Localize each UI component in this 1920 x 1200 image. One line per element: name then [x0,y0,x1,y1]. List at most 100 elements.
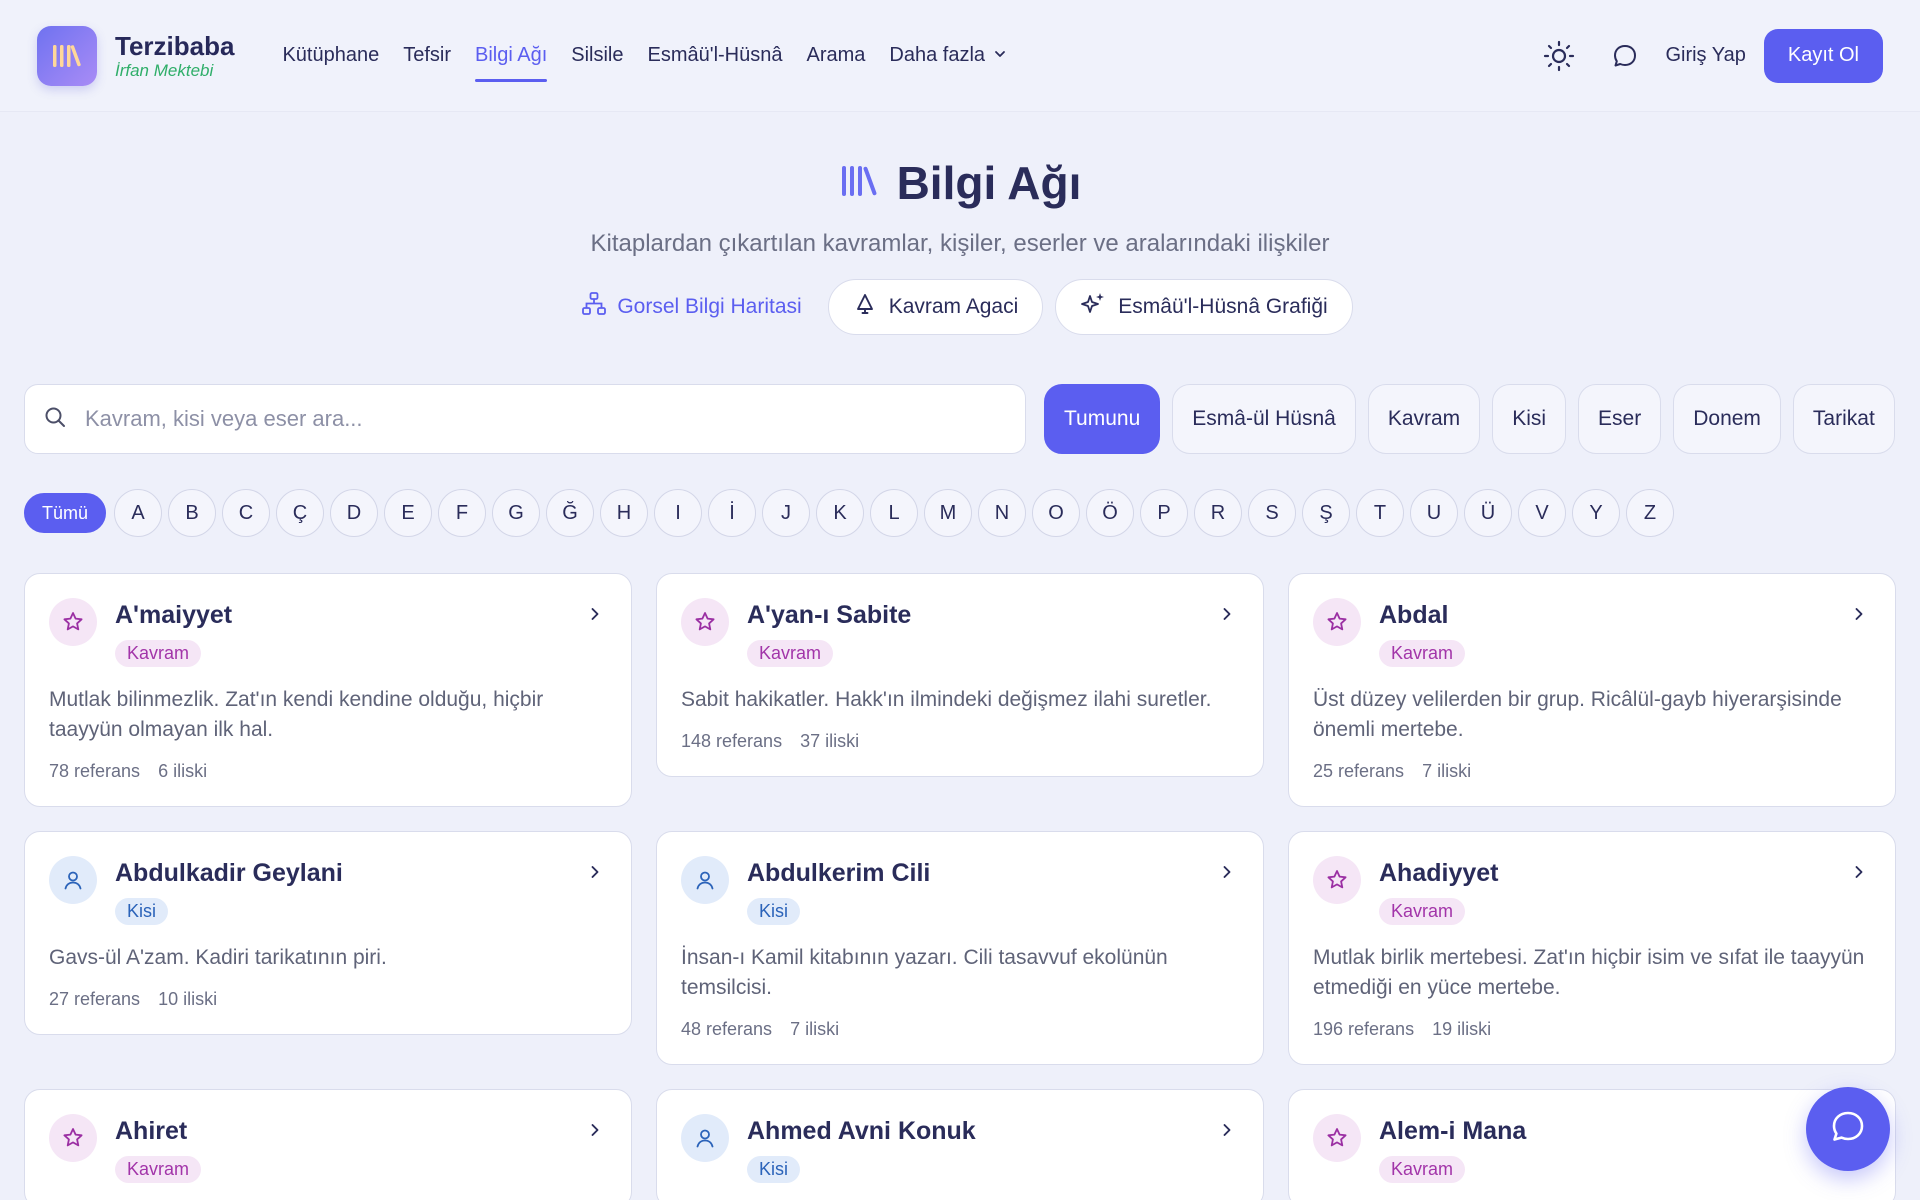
letter-filter[interactable]: U [1410,489,1458,537]
nav-item-esmaul-husna[interactable]: Esmâü'l-Hüsnâ [648,0,783,112]
letter-filter[interactable]: İ [708,489,756,537]
library-icon [839,161,879,206]
letter-filter[interactable]: B [168,489,216,537]
theme-toggle-sun-icon[interactable] [1537,34,1581,78]
nav-item-tefsir[interactable]: Tefsir [403,0,451,112]
entry-card[interactable]: Abdal Kavram Üst düzey velilerden bir grup… [1288,573,1896,807]
type-badge: Kavram [747,640,834,667]
entry-card[interactable]: Ahiret Kavram [24,1089,632,1200]
concept-tree-button[interactable]: Kavram Agaci [827,279,1044,335]
chevron-right-icon [1219,1122,1235,1143]
nav-more-dropdown[interactable]: Daha fazla [889,0,1007,112]
entry-card[interactable]: A'yan-ı Sabite Kavram Sabit hakikatler. Ha… [656,573,1264,777]
person-icon [681,1114,729,1162]
letter-filter[interactable]: Z [1626,489,1674,537]
letter-filter[interactable]: D [330,489,378,537]
card-header: Abdal Kavram [1313,598,1871,667]
letter-filter[interactable]: H [600,489,648,537]
letter-filter[interactable]: Ç [276,489,324,537]
card-description: Gavs-ül A'zam. Kadiri tarikatının piri. [49,946,387,969]
letter-filter[interactable]: Ş [1302,489,1350,537]
letter-filter[interactable]: V [1518,489,1566,537]
letter-filter[interactable]: O [1032,489,1080,537]
letter-filter[interactable]: R [1194,489,1242,537]
type-badge: Kisi [747,898,801,925]
visual-map-label: Gorsel Bilgi Haritasi [617,295,802,318]
relation-count: 7 iliski [790,1019,840,1039]
entry-card[interactable]: Alem-i Mana Kavram [1288,1089,1896,1200]
nav-item-kutuphane[interactable]: Kütüphane [282,0,379,112]
filter-tarikat[interactable]: Tarikat [1792,384,1895,454]
star-icon [49,598,97,646]
chevron-right-icon [587,606,603,627]
filter-eser[interactable]: Eser [1578,384,1662,454]
entry-card[interactable]: Abdulkadir Geylani Kisi Gavs-ül A'zam. Kad… [24,831,632,1035]
letter-filter[interactable]: Ö [1086,489,1134,537]
logo-icon[interactable] [37,25,97,86]
letter-filter[interactable]: E [384,489,432,537]
search-input[interactable] [85,406,985,432]
brand[interactable]: Terzibaba İrfan Mektebi [115,31,234,81]
esma-graph-button[interactable]: Esmâü'l-Hüsnâ Grafiği [1055,279,1353,335]
card-meta: 148 referans 37 iliski [681,731,1239,752]
person-icon [49,856,97,904]
letter-filter[interactable]: L [870,489,918,537]
login-link[interactable]: Giriş Yap [1665,44,1745,67]
chat-fab-button[interactable] [1806,1087,1890,1171]
entry-card[interactable]: A'maiyyet Kavram Mutlak bilinmezlik. Zat'ı… [24,573,632,807]
nav-item-arama[interactable]: Arama [807,0,866,112]
type-badge: Kavram [115,1156,202,1183]
signup-button[interactable]: Kayıt Ol [1763,28,1883,83]
card-description: Mutlak birlik mertebesi. Zat'ın hiçbir i… [1313,946,1865,999]
letter-filter[interactable]: Y [1572,489,1620,537]
card-header: A'yan-ı Sabite Kavram [681,598,1239,667]
filter-esma[interactable]: Esmâ-ül Hüsnâ [1172,384,1356,454]
letter-filter[interactable]: S [1248,489,1296,537]
relation-count: 19 iliski [1432,1019,1492,1039]
nav-item-silsile[interactable]: Silsile [571,0,623,112]
card-meta: 78 referans 6 iliski [49,761,607,782]
letter-filter[interactable]: G [492,489,540,537]
esma-graph-label: Esmâü'l-Hüsnâ Grafiği [1118,295,1328,318]
relation-count: 10 iliski [158,989,218,1009]
visual-map-link[interactable]: Gorsel Bilgi Haritasi [567,279,815,335]
reference-count: 78 referans [49,761,141,781]
brand-subtitle: İrfan Mektebi [115,60,214,80]
card-header: Ahmed Avni Konuk Kisi [681,1114,1239,1183]
filter-kisi[interactable]: Kisi [1492,384,1567,454]
tree-icon [853,292,877,322]
filter-donem[interactable]: Donem [1673,384,1781,454]
filter-kavram[interactable]: Kavram [1367,384,1481,454]
letter-filter[interactable]: C [222,489,270,537]
letter-filter[interactable]: N [978,489,1026,537]
type-badge: Kisi [115,898,169,925]
letter-filter[interactable]: K [816,489,864,537]
card-titles: Abdal Kavram [1379,598,1466,667]
chat-icon[interactable] [1603,34,1647,78]
page-subtitle: Kitaplardan çıkartılan kavramlar, kişile… [590,230,1330,257]
letter-filter[interactable]: I [654,489,702,537]
card-title: Alem-i Mana [1379,1117,1527,1145]
entry-card[interactable]: Ahadiyyet Kavram Mutlak birlik mertebesi. … [1288,831,1896,1065]
letter-filter[interactable]: F [438,489,486,537]
search-icon [43,405,67,434]
entry-card[interactable]: Ahmed Avni Konuk Kisi [656,1089,1264,1200]
filter-all[interactable]: Tumunu [1044,384,1161,454]
letter-filter[interactable]: M [924,489,972,537]
letter-filter[interactable]: A [114,489,162,537]
letter-filter[interactable]: Ü [1464,489,1512,537]
letter-filter[interactable]: J [762,489,810,537]
relation-count: 6 iliski [158,761,208,781]
entry-card[interactable]: Abdulkerim Cili Kisi İnsan-ı Kamil kitabın… [656,831,1264,1065]
letter-all[interactable]: Tümü [24,493,106,533]
card-titles: A'maiyyet Kavram [115,598,232,667]
hero-links: Gorsel Bilgi Haritasi Kavram Agaci Esmâü… [0,279,1920,335]
letter-filter[interactable]: T [1356,489,1404,537]
card-title: Ahadiyyet [1379,859,1499,887]
nav-item-bilgi-agi[interactable]: Bilgi Ağı [475,0,548,112]
card-title: Ahmed Avni Konuk [747,1117,976,1145]
letter-filter[interactable]: P [1140,489,1188,537]
letter-filter[interactable]: Ğ [546,489,594,537]
top-header: Terzibaba İrfan Mektebi Kütüphane Tefsir… [0,0,1920,112]
header-actions: Giriş Yap Kayıt Ol [1537,28,1883,83]
